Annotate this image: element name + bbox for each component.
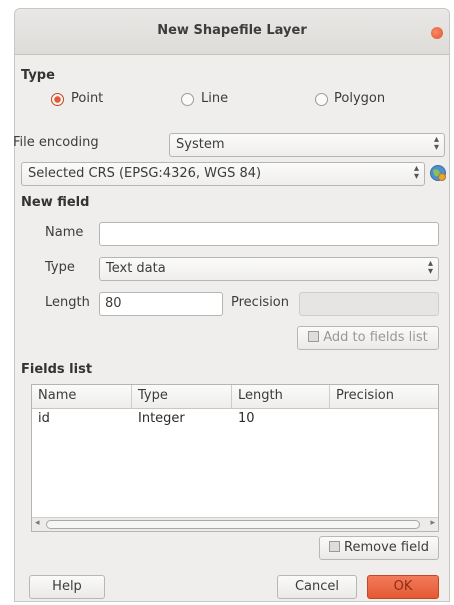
col-header-length[interactable]: Length (232, 385, 330, 409)
crs-value: Selected CRS (EPSG:4326, WGS 84) (28, 166, 262, 181)
radio-polygon[interactable] (315, 93, 328, 106)
add-field-icon (308, 331, 320, 342)
remove-field-button[interactable]: Remove field (319, 536, 439, 560)
ok-button[interactable]: OK (367, 575, 439, 599)
file-encoding-select[interactable]: System ▴ ▾ (169, 133, 445, 157)
fields-list-label: Fields list (21, 362, 93, 377)
fields-table[interactable]: Name Type Length Precision id Integer 10… (31, 384, 439, 532)
scroll-right-icon[interactable]: ▸ (430, 518, 435, 528)
radio-polygon-label[interactable]: Polygon (334, 91, 385, 106)
field-type-value: Text data (106, 261, 166, 276)
close-icon[interactable] (431, 27, 443, 39)
radio-line-label[interactable]: Line (201, 91, 228, 106)
crs-select[interactable]: Selected CRS (EPSG:4326, WGS 84) ▴ ▾ (21, 162, 425, 186)
add-to-fields-button[interactable]: Add to fields list (297, 326, 439, 350)
precision-label: Precision (231, 295, 290, 310)
type-section-label: Type (21, 68, 55, 83)
table-header: Name Type Length Precision (32, 385, 438, 409)
length-input[interactable]: 80 (99, 292, 223, 316)
cell-type: Integer (138, 411, 185, 426)
cell-length: 10 (238, 411, 255, 426)
remove-field-label: Remove field (344, 540, 429, 555)
table-row[interactable]: id Integer 10 (32, 411, 438, 429)
cell-name: id (38, 411, 50, 426)
spin-arrows-icon: ▴ ▾ (433, 134, 439, 153)
file-encoding-value: System (176, 137, 225, 152)
spin-arrows-icon: ▴ ▾ (427, 258, 433, 277)
title-bar[interactable]: New Shapefile Layer (15, 9, 449, 55)
radio-line[interactable] (181, 93, 194, 106)
help-button[interactable]: Help (29, 575, 105, 599)
remove-field-icon (329, 541, 341, 552)
add-to-fields-label: Add to fields list (323, 330, 428, 345)
crs-globe-icon[interactable] (429, 164, 447, 182)
field-type-select[interactable]: Text data ▴ ▾ (99, 257, 439, 281)
scroll-left-icon[interactable]: ◂ (35, 518, 40, 528)
precision-input[interactable] (299, 292, 439, 316)
new-field-label: New field (21, 195, 90, 210)
name-input[interactable] (99, 222, 439, 246)
scrollbar-thumb[interactable] (46, 520, 420, 529)
horizontal-scrollbar[interactable]: ◂ ▸ (32, 517, 438, 531)
dialog-window: New Shapefile Layer Type Point Line Poly… (13, 8, 450, 602)
col-header-name[interactable]: Name (32, 385, 132, 409)
name-label: Name (45, 225, 84, 240)
radio-point[interactable] (51, 93, 64, 106)
spin-arrows-icon: ▴ ▾ (413, 163, 419, 182)
field-type-label: Type (45, 260, 75, 275)
dialog-title: New Shapefile Layer (157, 23, 307, 38)
col-header-precision[interactable]: Precision (330, 385, 440, 409)
length-label: Length (45, 295, 90, 310)
radio-point-label[interactable]: Point (71, 91, 103, 106)
file-encoding-label: File encoding (13, 135, 99, 150)
cancel-button[interactable]: Cancel (277, 575, 357, 599)
col-header-type[interactable]: Type (132, 385, 232, 409)
